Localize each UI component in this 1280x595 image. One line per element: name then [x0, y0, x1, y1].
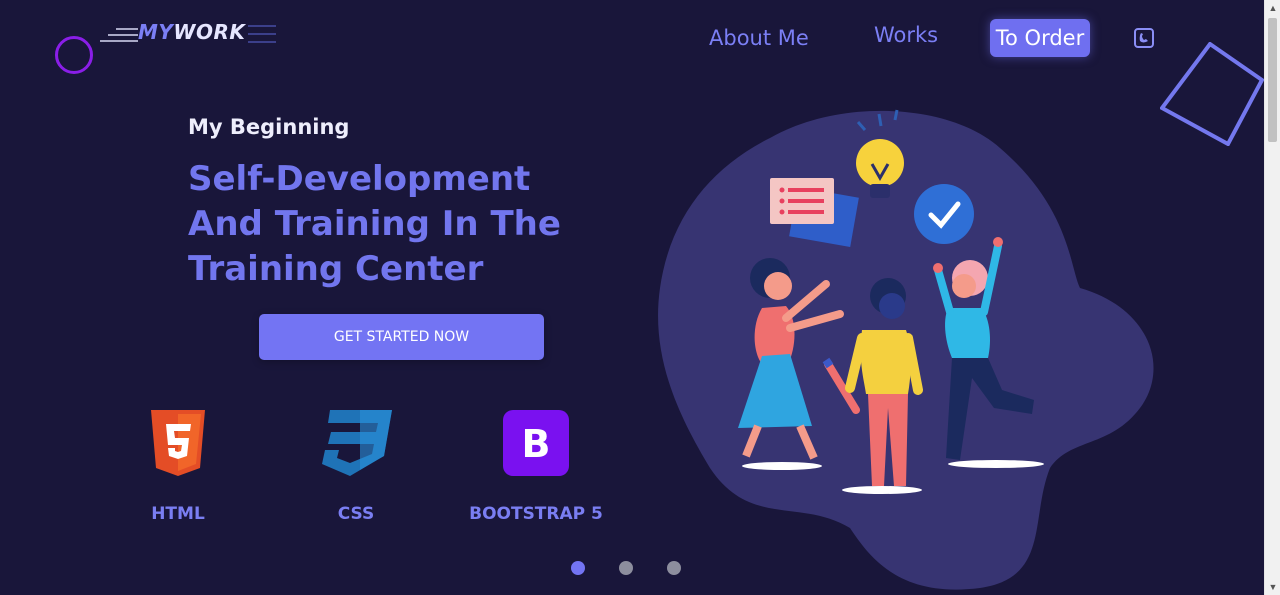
- vertical-scrollbar[interactable]: ▲ ▼: [1264, 0, 1280, 595]
- carousel-dot-3[interactable]: [667, 561, 681, 575]
- team-collaboration-illustration: [658, 109, 1154, 590]
- page-viewport: MYWORK About Me Works To Order My Beginn…: [0, 0, 1264, 595]
- hamburger-menu-icon[interactable]: [248, 25, 276, 45]
- scroll-up-arrow-icon[interactable]: ▲: [1265, 0, 1280, 16]
- scrollbar-thumb[interactable]: [1268, 18, 1277, 142]
- hero-title-line-3: Training Center: [188, 249, 484, 289]
- tech-label-html: HTML: [151, 504, 205, 524]
- tech-item-css: CSS: [296, 410, 416, 524]
- logo-text-work: WORK: [173, 20, 246, 44]
- brand-logo[interactable]: MYWORK: [138, 20, 245, 44]
- nav-about-me[interactable]: About Me: [709, 23, 809, 53]
- tech-label-css: CSS: [337, 504, 375, 524]
- logo-speed-lines-icon: [100, 28, 138, 42]
- to-order-button[interactable]: To Order: [990, 19, 1090, 57]
- logo-text-my: MY: [138, 20, 174, 44]
- phone-icon[interactable]: [1133, 27, 1155, 49]
- decorative-square-outline: [1160, 42, 1264, 146]
- carousel-dot-2[interactable]: [619, 561, 633, 575]
- tech-item-bootstrap: B BOOTSTRAP 5: [454, 410, 618, 524]
- css3-icon: [322, 410, 392, 476]
- bootstrap-icon: B: [503, 410, 569, 476]
- tech-label-bootstrap: BOOTSTRAP 5: [469, 504, 603, 524]
- logo-circle-decoration: [55, 36, 93, 74]
- hero-eyebrow: My Beginning: [188, 115, 350, 139]
- hero-title: Self-Development And Training In The Tra…: [188, 157, 608, 292]
- hero-title-line-1: Self-Development: [188, 159, 531, 199]
- tech-item-html: HTML: [118, 410, 238, 524]
- get-started-button[interactable]: GET STARTED NOW: [259, 314, 544, 360]
- nav-works[interactable]: Works: [874, 20, 938, 50]
- html5-icon: [151, 410, 205, 476]
- svg-text:B: B: [522, 422, 551, 466]
- hero-title-line-2: And Training In The: [188, 204, 561, 244]
- scroll-down-arrow-icon[interactable]: ▼: [1265, 579, 1280, 595]
- carousel-dot-1[interactable]: [571, 561, 585, 575]
